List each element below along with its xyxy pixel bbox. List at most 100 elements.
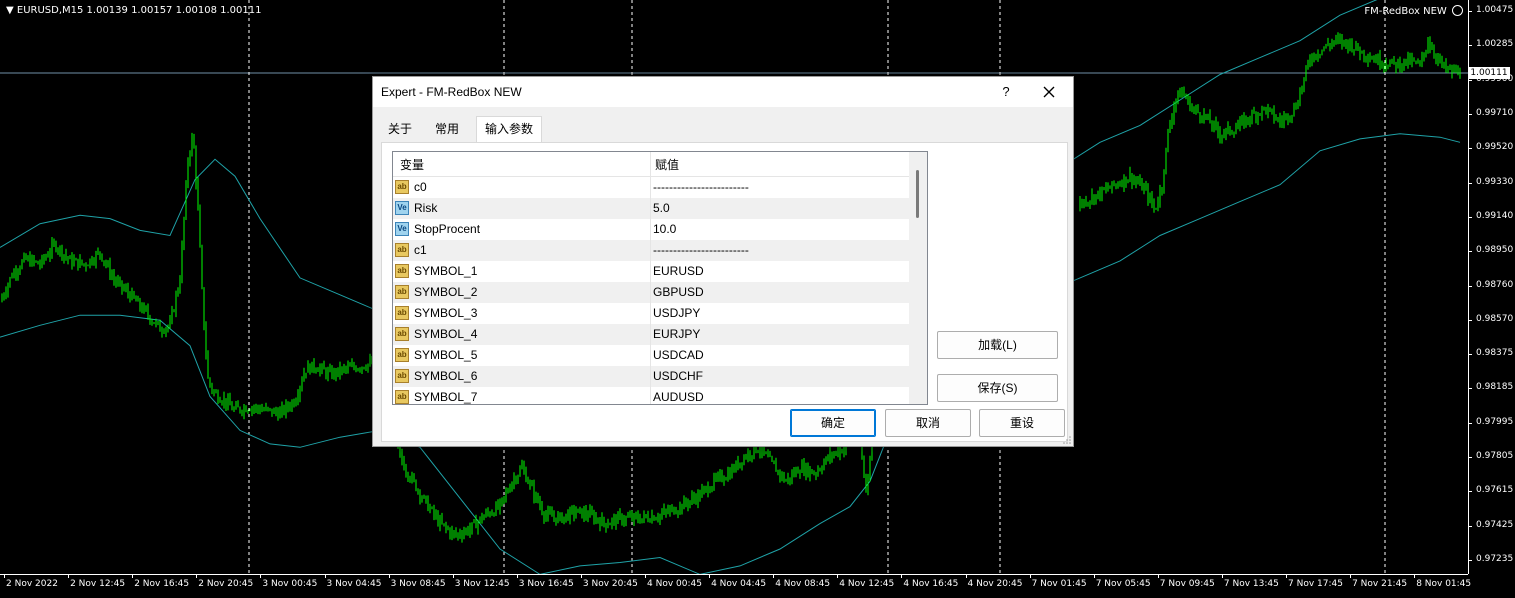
time-tick-mark: [388, 574, 390, 578]
time-tick-label: 2 Nov 20:45: [198, 579, 254, 589]
time-tick-mark: [324, 574, 326, 578]
time-tick-mark: [68, 574, 70, 578]
param-value[interactable]: ------------------------: [653, 180, 749, 194]
price-tick-label: 0.98185: [1476, 382, 1514, 393]
time-tick-mark: [1093, 574, 1095, 578]
time-scale[interactable]: 2 Nov 2022 2 Nov 12:45 2 Nov 16:45 2 Nov 20…: [0, 574, 1471, 598]
param-value[interactable]: EURUSD: [653, 264, 704, 278]
tab-common[interactable]: 常用: [427, 117, 467, 141]
price-tick-mark: [1468, 182, 1472, 184]
table-row[interactable]: Ve StopProcent 10.0: [393, 219, 909, 240]
ok-button[interactable]: 确定: [790, 409, 876, 437]
vertical-scrollbar[interactable]: [909, 152, 927, 404]
table-row[interactable]: ab SYMBOL_7 AUDUSD: [393, 387, 909, 404]
time-tick-label: 4 Nov 08:45: [775, 579, 831, 589]
string-param-icon: ab: [395, 243, 409, 257]
time-tick-label: 7 Nov 09:45: [1159, 579, 1215, 589]
price-tick-mark: [1468, 491, 1472, 493]
time-tick-label: 3 Nov 16:45: [518, 579, 574, 589]
price-tick-label: 0.98760: [1476, 279, 1514, 290]
dialog-title: Expert - FM-RedBox NEW: [381, 85, 522, 99]
time-tick-mark: [260, 574, 262, 578]
time-tick-mark: [709, 574, 711, 578]
table-row[interactable]: ab SYMBOL_2 GBPUSD: [393, 282, 909, 303]
numeric-param-icon: Ve: [395, 201, 409, 215]
time-tick-mark: [965, 574, 967, 578]
time-tick-mark: [1029, 574, 1031, 578]
reset-button[interactable]: 重设: [979, 409, 1065, 437]
time-tick-mark: [1286, 574, 1287, 578]
param-name: SYMBOL_5: [414, 348, 478, 362]
smiley-icon: [1452, 5, 1463, 16]
dialog-titlebar[interactable]: Expert - FM-RedBox NEW ?: [373, 77, 1073, 107]
time-tick-mark: [132, 574, 134, 578]
table-row[interactable]: ab c1 ------------------------: [393, 240, 909, 261]
param-name: SYMBOL_4: [414, 327, 478, 341]
time-tick-mark: [837, 574, 839, 578]
price-tick-label: 0.97235: [1476, 554, 1514, 564]
param-value[interactable]: USDCAD: [653, 348, 704, 362]
table-row[interactable]: ab SYMBOL_6 USDCHF: [393, 366, 909, 387]
table-row[interactable]: ab SYMBOL_5 USDCAD: [393, 345, 909, 366]
tab-inputs[interactable]: 输入参数: [476, 116, 542, 142]
time-tick-label: 3 Nov 08:45: [390, 579, 446, 589]
price-scale[interactable]: 1.004751.002850.999000.997100.995200.993…: [1468, 0, 1515, 574]
column-header-variable[interactable]: 变量: [400, 156, 424, 173]
parameters-table[interactable]: 变量 赋值 ab c0 ------------------------ Ve Risk…: [392, 151, 928, 405]
price-tick-mark: [1468, 113, 1472, 115]
string-param-icon: ab: [395, 369, 409, 383]
param-name: c0: [414, 180, 427, 194]
param-name: SYMBOL_6: [414, 369, 478, 383]
price-tick-mark: [1468, 11, 1472, 12]
time-tick-label: 2 Nov 2022: [6, 579, 58, 589]
param-value[interactable]: USDJPY: [653, 306, 700, 320]
price-tick-label: 0.97805: [1476, 451, 1514, 462]
string-param-icon: ab: [395, 327, 409, 341]
close-icon: [1043, 86, 1055, 98]
price-tick-mark: [1468, 457, 1472, 459]
table-row[interactable]: ab SYMBOL_1 EURUSD: [393, 261, 909, 282]
string-param-icon: ab: [395, 180, 409, 194]
price-tick-mark: [1468, 354, 1472, 356]
time-tick-label: 4 Nov 20:45: [967, 579, 1023, 589]
time-tick-label: 3 Nov 04:45: [326, 579, 382, 589]
price-tick-label: 0.99520: [1476, 142, 1514, 153]
price-tick-mark: [1468, 388, 1472, 390]
price-tick-label: 0.97425: [1476, 519, 1514, 530]
help-button[interactable]: ?: [998, 82, 1014, 102]
param-value[interactable]: EURJPY: [653, 327, 700, 341]
price-tick-mark: [1468, 560, 1472, 561]
price-tick-label: 1.00285: [1476, 39, 1514, 50]
time-tick-label: 2 Nov 12:45: [70, 579, 126, 589]
param-value[interactable]: 5.0: [653, 201, 670, 215]
param-value[interactable]: GBPUSD: [653, 285, 704, 299]
numeric-param-icon: Ve: [395, 222, 409, 236]
param-value[interactable]: AUDUSD: [653, 390, 704, 404]
time-tick-label: 7 Nov 01:45: [1031, 579, 1087, 589]
ea-label[interactable]: FM-RedBox NEW: [1364, 5, 1463, 17]
load-button[interactable]: 加载(L): [937, 331, 1058, 359]
table-row[interactable]: ab SYMBOL_4 EURJPY: [393, 324, 909, 345]
column-header-value[interactable]: 赋值: [655, 156, 679, 173]
price-tick-label: 1.00475: [1476, 5, 1514, 15]
resize-grip-icon[interactable]: [1063, 436, 1071, 444]
save-button[interactable]: 保存(S): [937, 374, 1058, 402]
expert-dialog: Expert - FM-RedBox NEW ? 关于 常用 输入参数 变量 赋…: [372, 76, 1074, 447]
param-value[interactable]: ------------------------: [653, 243, 749, 257]
cancel-button[interactable]: 取消: [885, 409, 971, 437]
price-tick-mark: [1468, 525, 1472, 527]
table-row[interactable]: ab SYMBOL_3 USDJPY: [393, 303, 909, 324]
param-value[interactable]: 10.0: [653, 222, 676, 236]
time-tick-mark: [4, 574, 5, 578]
param-value[interactable]: USDCHF: [653, 369, 703, 383]
price-tick-label: 0.98950: [1476, 245, 1514, 256]
table-row[interactable]: Ve Risk 5.0: [393, 198, 909, 219]
time-tick-mark: [901, 574, 903, 578]
string-param-icon: ab: [395, 390, 409, 404]
tab-about[interactable]: 关于: [381, 117, 419, 141]
param-name: SYMBOL_1: [414, 264, 478, 278]
table-row[interactable]: ab c0 ------------------------: [393, 177, 909, 198]
close-button[interactable]: [1039, 82, 1059, 102]
scrollbar-thumb[interactable]: [916, 170, 919, 218]
price-tick-mark: [1468, 319, 1472, 321]
